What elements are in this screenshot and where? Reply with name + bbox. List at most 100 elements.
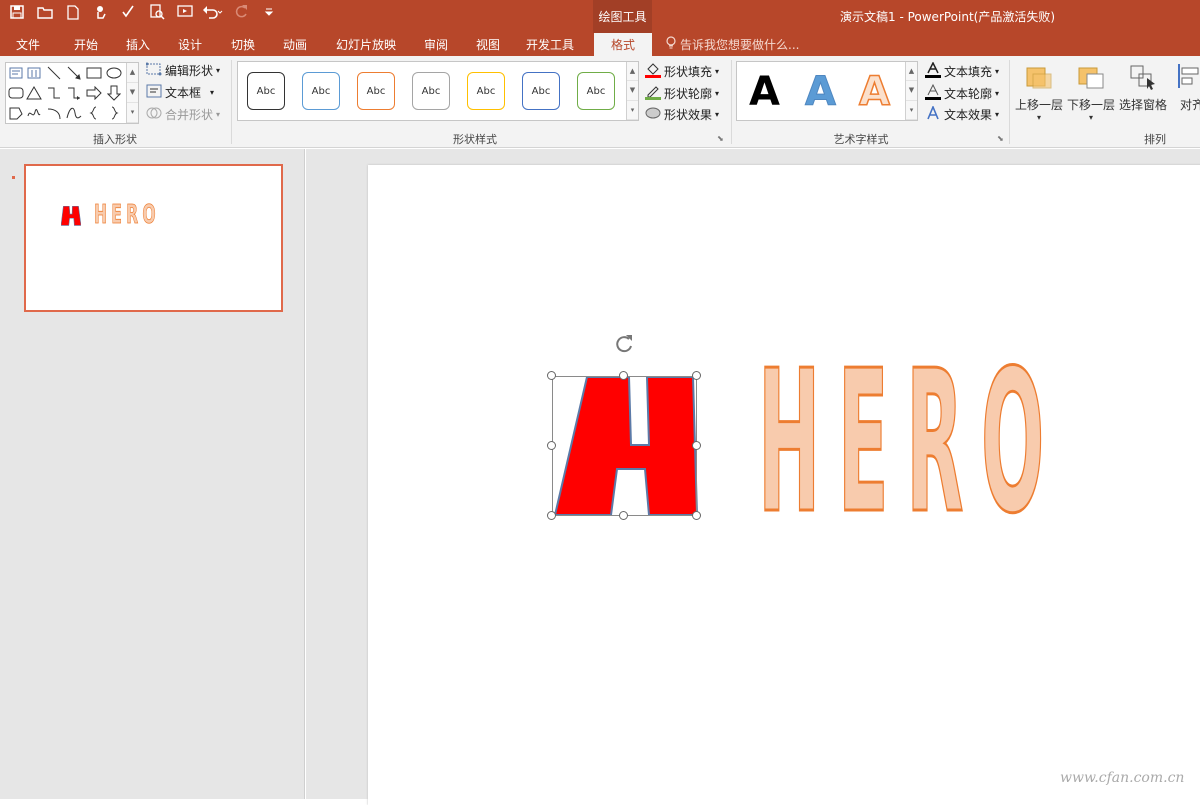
tab-file[interactable]: 文件 [4,33,52,56]
shape-styles-scrollbar[interactable]: ▲ ▼ ▾ [626,62,638,120]
dialog-launcher-icon[interactable]: ⬊ [997,134,1004,143]
chevron-down-icon: ▾ [715,110,720,119]
shape-style-6[interactable]: Abc [522,72,560,110]
arrow-line-shape-icon[interactable] [66,65,82,81]
new-file-icon[interactable] [60,0,86,24]
tab-format[interactable]: 格式 [594,33,652,56]
rotate-handle-icon[interactable] [613,333,635,358]
elbow-arrow-connector-icon[interactable] [66,85,82,101]
tab-review[interactable]: 审阅 [412,33,460,56]
shape-style-3[interactable]: Abc [357,72,395,110]
gallery-more-icon[interactable]: ▾ [906,101,917,120]
chevron-down-icon: ▾ [1089,113,1094,122]
shape-style-1[interactable]: Abc [247,72,285,110]
arc-shape-icon[interactable] [46,105,62,121]
text-effects-button[interactable]: 文本效果 ▾ [925,104,999,123]
print-preview-icon[interactable] [144,0,170,24]
right-brace-shape-icon[interactable] [106,105,122,121]
slide-thumbnail-1[interactable]: HERO [24,164,283,312]
tab-developer[interactable]: 开发工具 [518,33,582,56]
text-box-button[interactable]: 文本框 ▾ [146,84,214,101]
resize-handle-nw[interactable] [547,371,556,380]
right-arrow-shape-icon[interactable] [86,85,102,101]
resize-handle-n[interactable] [619,371,628,380]
left-brace-shape-icon[interactable] [86,105,102,121]
selection-pane-icon [1127,60,1159,92]
hero-text-box[interactable]: HERO [758,345,1200,515]
scroll-down-icon[interactable]: ▼ [127,83,138,103]
scroll-up-icon[interactable]: ▲ [127,63,138,83]
bring-forward-button[interactable]: 上移一层 ▾ [1015,60,1063,122]
shape-style-7[interactable]: Abc [577,72,615,110]
scribble-shape-icon[interactable] [26,105,42,121]
edit-shape-icon [145,62,162,79]
oval-shape-icon[interactable] [106,65,122,81]
wordart-scrollbar[interactable]: ▲ ▼ ▾ [905,62,917,120]
line-shape-icon[interactable] [46,65,62,81]
touch-mode-icon[interactable] [88,0,114,24]
resize-handle-s[interactable] [619,511,628,520]
tab-slideshow[interactable]: 幻灯片放映 [330,33,402,56]
resize-handle-se[interactable] [692,511,701,520]
selection-pane-button[interactable]: 选择窗格 [1119,60,1167,113]
tab-design[interactable]: 设计 [166,33,214,56]
slide-canvas[interactable]: HERO [368,165,1200,805]
rectangle-shape-icon[interactable] [86,65,102,81]
shape-styles-gallery[interactable]: Abc Abc Abc Abc Abc Abc Abc ▲ ▼ ▾ [237,61,639,121]
vertical-textbox-shape-icon[interactable] [26,65,42,81]
bring-forward-label: 上移一层 [1015,98,1064,112]
shape-style-5[interactable]: Abc [467,72,505,110]
tab-transitions[interactable]: 切换 [219,33,267,56]
gallery-more-icon[interactable]: ▾ [627,101,638,120]
scroll-up-icon[interactable]: ▲ [627,62,638,82]
dialog-launcher-icon[interactable]: ⬊ [717,134,724,143]
resize-handle-e[interactable] [692,441,701,450]
down-arrow-shape-icon[interactable] [106,85,122,101]
shape-style-2[interactable]: Abc [302,72,340,110]
wordart-style-black[interactable]: A [749,68,780,116]
tab-animations[interactable]: 动画 [271,33,319,56]
wordart-style-orange-outline[interactable]: A [858,68,890,116]
spelling-check-icon[interactable] [116,0,142,24]
redo-icon[interactable] [228,0,254,24]
wordart-style-blue[interactable]: A [805,68,837,116]
curve-shape-icon[interactable] [66,105,82,121]
open-folder-icon[interactable] [32,0,58,24]
tell-me-text: 告诉我您想要做什么... [680,38,800,52]
align-button[interactable]: 对齐 [1176,60,1200,113]
undo-icon[interactable] [200,0,226,24]
save-icon[interactable] [4,0,30,24]
text-fill-button[interactable]: 文本填充 ▾ [925,61,999,81]
tab-home[interactable]: 开始 [62,33,110,56]
rounded-rect-shape-icon[interactable] [8,85,24,101]
resize-handle-w[interactable] [547,441,556,450]
scroll-up-icon[interactable]: ▲ [906,62,917,82]
scroll-down-icon[interactable]: ▼ [627,81,638,101]
triangle-shape-icon[interactable] [26,85,42,101]
shape-style-4[interactable]: Abc [412,72,450,110]
tab-insert[interactable]: 插入 [114,33,162,56]
edit-shape-button[interactable]: 编辑形状 ▾ [145,62,220,79]
resize-handle-sw[interactable] [547,511,556,520]
shape-outline-button[interactable]: 形状轮廓 ▾ [645,84,719,103]
elbow-connector-icon[interactable] [46,85,62,101]
text-outline-button[interactable]: 文本轮廓 ▾ [925,83,999,103]
scroll-down-icon[interactable]: ▼ [906,81,917,101]
resize-handle-ne[interactable] [692,371,701,380]
merge-shapes-button[interactable]: 合并形状 ▾ [146,106,220,123]
shapes-gallery[interactable]: ▲ ▼ ▾ [5,62,139,124]
tab-view[interactable]: 视图 [464,33,512,56]
send-backward-button[interactable]: 下移一层 ▾ [1067,60,1115,122]
shape-effects-button[interactable]: 形状效果 ▾ [645,106,719,123]
freeform-shape-icon[interactable] [8,105,24,121]
shape-effects-icon [645,106,661,123]
wordart-gallery[interactable]: A A A ▲ ▼ ▾ [736,61,918,121]
textbox-shape-icon[interactable] [8,65,24,81]
tell-me-box[interactable]: 告诉我您想要做什么... [666,33,799,56]
shapes-gallery-scrollbar[interactable]: ▲ ▼ ▾ [126,63,138,123]
shape-fill-button[interactable]: 形状填充 ▾ [645,62,719,81]
slideshow-icon[interactable] [172,0,198,24]
window-title: 演示文稿1 - PowerPoint(产品激活失败) [840,10,1056,24]
customize-qat-icon[interactable] [256,0,282,24]
gallery-more-icon[interactable]: ▾ [127,103,138,123]
